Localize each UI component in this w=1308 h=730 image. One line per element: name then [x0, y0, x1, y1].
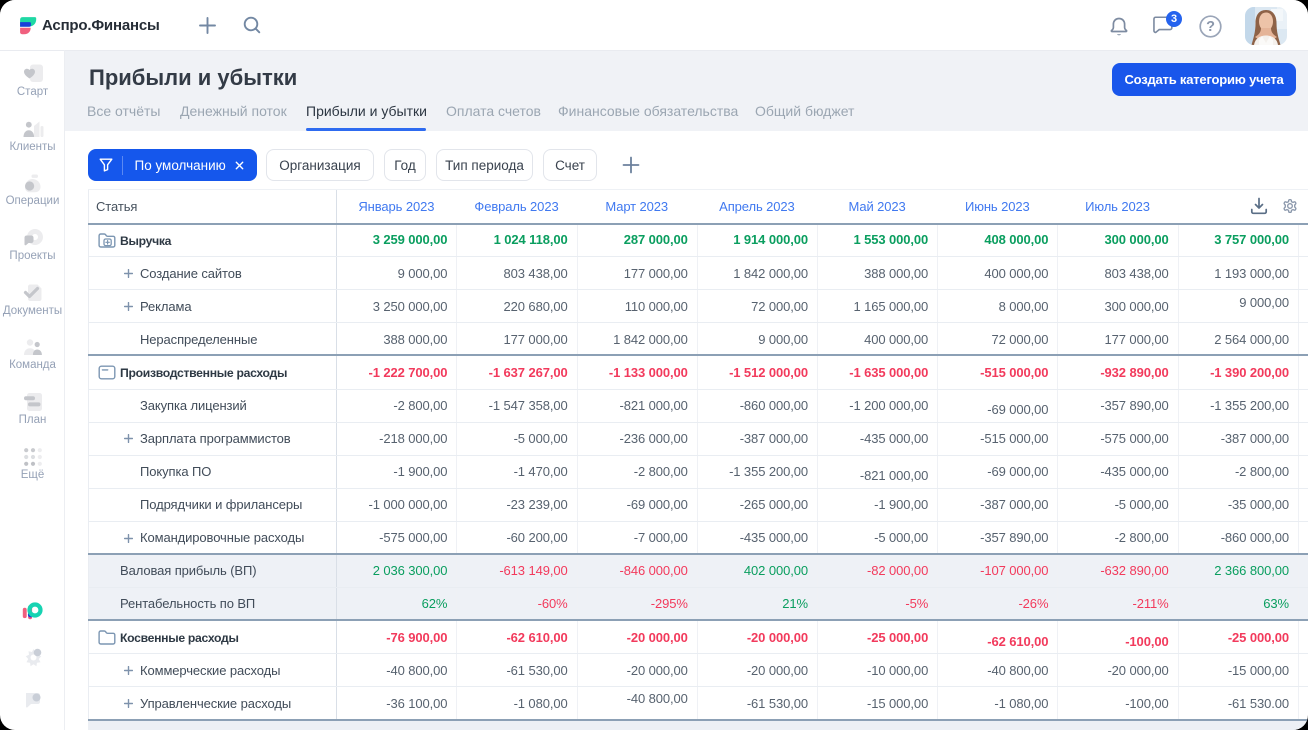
- svg-text:?: ?: [1206, 19, 1215, 35]
